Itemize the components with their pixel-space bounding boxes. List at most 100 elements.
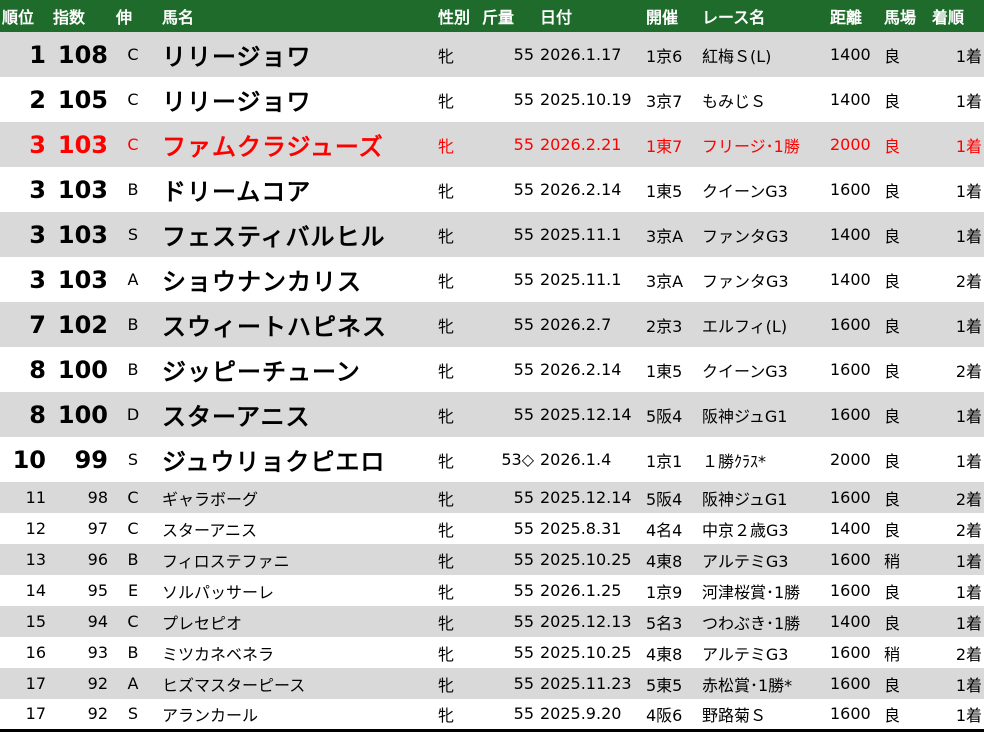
distance-cell: 1400 (830, 90, 871, 109)
sex-cell: 牝 (438, 489, 455, 509)
date-cell: 2026.2.21 (540, 135, 622, 154)
nobi-cell: C (127, 612, 139, 631)
weight-cell: 55 (513, 674, 534, 693)
distance-cell: 1400 (830, 270, 871, 289)
track-cell: 良 (884, 226, 901, 246)
nobi-cell: B (127, 180, 139, 199)
track-cell: 良 (884, 520, 901, 540)
nobi-cell: A (127, 674, 139, 693)
race-name: 野路菊Ｓ (702, 705, 767, 725)
date-cell: 2025.10.19 (540, 90, 632, 109)
track-cell: 良 (884, 582, 901, 602)
sex-cell: 牝 (438, 316, 455, 336)
finish-cell: 2着 (955, 489, 982, 509)
rank-cell: 16 (25, 643, 46, 662)
track-cell: 良 (884, 613, 901, 633)
race-name: つわぶき･1勝 (702, 613, 801, 633)
nobi-cell: B (127, 643, 139, 662)
horse-name: スウィートハピネス (162, 313, 387, 341)
track-cell: 良 (884, 136, 901, 156)
sex-cell: 牝 (438, 46, 455, 66)
weight-cell: 55 (513, 581, 534, 600)
horse-name: リリージョワ (162, 43, 312, 71)
sex-cell: 牝 (438, 136, 455, 156)
date-cell: 2026.2.14 (540, 360, 622, 379)
venue-cell: 1東5 (646, 361, 683, 381)
venue-cell: 5阪4 (646, 406, 683, 426)
distance-cell: 1600 (830, 315, 871, 334)
venue-cell: 4名4 (646, 520, 683, 540)
finish-cell: 1着 (955, 582, 982, 602)
track-cell: 良 (884, 675, 901, 695)
table-row: 17 92 S アランカール 牝 55 2025.9.20 4阪6 野路菊Ｓ 1600 良 1着 (0, 699, 984, 730)
race-name: クイーンG3 (702, 181, 788, 201)
header-track: 馬場 (884, 8, 917, 27)
date-cell: 2025.12.13 (540, 612, 632, 631)
horse-name: ミツカネベネラ (162, 644, 275, 664)
date-cell: 2026.2.7 (540, 315, 612, 334)
nobi-cell: S (127, 450, 139, 469)
distance-cell: 1600 (830, 405, 871, 424)
header-horse: 馬名 (162, 8, 195, 27)
header-row: 順位 指数 伸 馬名 性別 斤量 日付 開催 レース名 距離 馬場 着順 (0, 0, 984, 32)
nobi-cell: B (127, 360, 139, 379)
horse-name: スターアニス (162, 520, 258, 540)
index-cell: 103 (57, 265, 108, 294)
rank-cell: 3 (29, 130, 46, 159)
venue-cell: 5名3 (646, 613, 683, 633)
race-name: 中京２歳G3 (702, 520, 789, 540)
venue-cell: 1東7 (646, 136, 683, 156)
index-cell: 100 (57, 400, 108, 429)
venue-cell: 4阪6 (646, 705, 683, 725)
sex-cell: 牝 (438, 582, 455, 602)
header-weight: 斤量 (482, 8, 515, 27)
rank-cell: 17 (25, 704, 46, 724)
weight-cell: 55 (513, 488, 534, 507)
track-cell: 稍 (884, 551, 901, 571)
nobi-cell: E (127, 581, 139, 600)
rank-cell: 2 (29, 85, 46, 114)
date-cell: 2025.10.25 (540, 643, 632, 662)
table-row: 8 100 B ジッピーチューン 牝 55 2026.2.14 1東5 クイーンG3 1600 良 2… (0, 347, 984, 392)
finish-cell: 2着 (955, 271, 982, 291)
horse-name: プレセピオ (162, 613, 243, 633)
venue-cell: 2京3 (646, 316, 683, 336)
header-venue: 開催 (646, 8, 679, 27)
rank-cell: 12 (25, 519, 46, 538)
date-cell: 2026.1.17 (540, 45, 622, 64)
rank-cell: 1 (29, 40, 46, 69)
finish-cell: 1着 (955, 675, 982, 695)
index-cell: 96 (87, 550, 108, 569)
distance-cell: 1400 (830, 45, 871, 64)
index-cell: 95 (87, 581, 108, 600)
date-cell: 2025.11.1 (540, 225, 622, 244)
finish-cell: 1着 (955, 316, 982, 336)
rank-cell: 7 (29, 310, 46, 339)
index-cell: 108 (57, 40, 108, 69)
sex-cell: 牝 (438, 181, 455, 201)
distance-cell: 1400 (830, 519, 871, 538)
finish-cell: 1着 (955, 226, 982, 246)
table-row: 2 105 C リリージョワ 牝 55 2025.10.19 3京7 もみじＳ 1400 良 1着 (0, 77, 984, 122)
sex-cell: 牝 (438, 675, 455, 695)
track-cell: 稍 (884, 644, 901, 664)
horse-name: ドリームコア (162, 178, 312, 206)
race-name: もみじＳ (702, 91, 767, 111)
table-row: 17 92 A ヒズマスターピース 牝 55 2025.11.23 5東5 赤松賞･1勝* 160… (0, 668, 984, 699)
race-name: 阪神ジュG1 (702, 489, 788, 509)
finish-cell: 1着 (955, 451, 982, 471)
rank-cell: 3 (29, 265, 46, 294)
finish-cell: 1着 (955, 613, 982, 633)
nobi-cell: S (127, 225, 139, 244)
nobi-cell: D (126, 405, 140, 424)
rank-cell: 13 (25, 550, 46, 569)
nobi-cell: S (127, 704, 139, 724)
distance-cell: 1400 (830, 225, 871, 244)
table-row: 12 97 C スターアニス 牝 55 2025.8.31 4名4 中京２歳G3 1400 良 2着 (0, 513, 984, 544)
nobi-cell: C (127, 519, 139, 538)
venue-cell: 4東8 (646, 644, 683, 664)
sex-cell: 牝 (438, 705, 455, 725)
finish-cell: 1着 (955, 705, 982, 725)
table-row: 8 100 D スターアニス 牝 55 2025.12.14 5阪4 阪神ジュG1 1600 良 1着 (0, 392, 984, 437)
table-row: 3 103 B ドリームコア 牝 55 2026.2.14 1東5 クイーンG3 1600 良 1着 (0, 167, 984, 212)
